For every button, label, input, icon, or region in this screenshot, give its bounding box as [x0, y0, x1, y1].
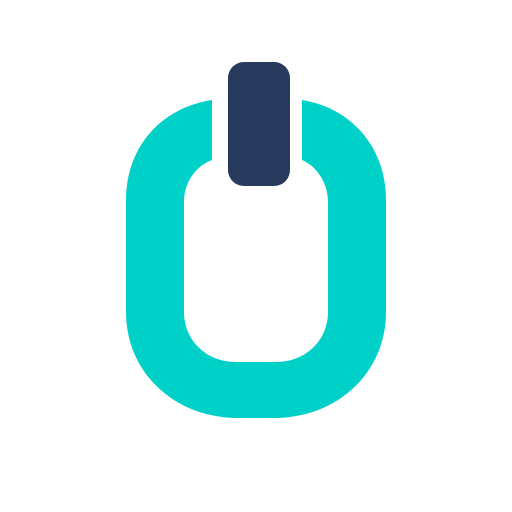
power-button-icon[interactable]	[0, 0, 512, 512]
power-bar-shape	[228, 62, 290, 186]
icon-canvas	[0, 0, 512, 512]
